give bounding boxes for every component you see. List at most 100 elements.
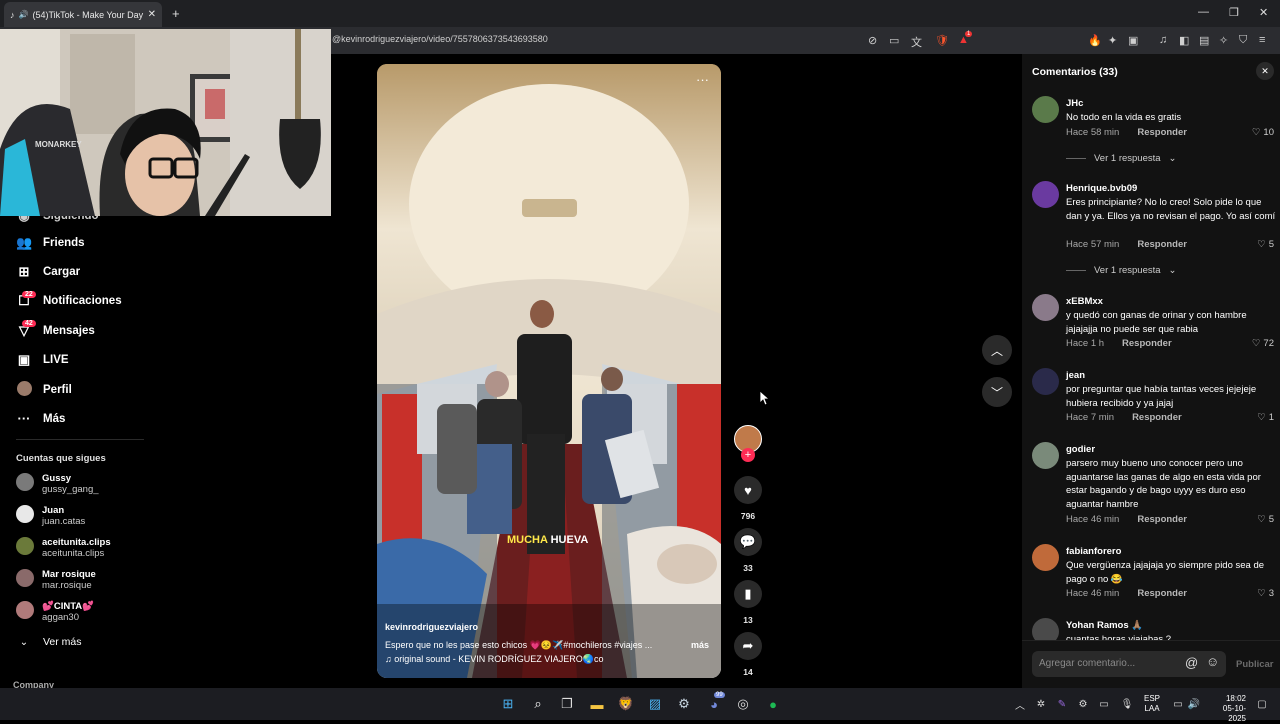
comment-username[interactable]: jean [1066,370,1085,381]
comment-like[interactable]: ♡ 1 [1257,412,1274,423]
reply-button[interactable]: Responder [1137,588,1187,599]
cast-icon[interactable]: ▭ [889,34,899,47]
tray-app-icon[interactable]: ✲ [1031,694,1051,714]
task-view-icon[interactable]: ❐ [557,694,577,714]
video-sound[interactable]: ♫ original sound - KEVIN RODRÍGUEZ VIAJE… [385,654,604,665]
chevron-down-icon: ⌄ [19,636,29,648]
no-translate-icon[interactable]: ⊘ [868,34,877,47]
follow-plus-button[interactable]: + [741,448,755,462]
sidebar-item-live[interactable]: ▣ LIVE [16,352,69,368]
comment-username[interactable]: godier [1066,444,1095,455]
caption-more-link[interactable]: más [691,640,709,650]
avatar[interactable] [1032,96,1059,123]
sidebar-item-friends[interactable]: 👥 Friends [16,235,85,251]
tray-pen-icon[interactable]: ✎ [1052,694,1072,714]
comment-like[interactable]: ♡ 3 [1257,588,1274,599]
extension-box-icon[interactable]: ▣ [1128,34,1138,47]
sidebar-item-label: Cargar [43,266,81,278]
media-icon[interactable]: ♫ [1159,34,1167,46]
comment-like[interactable]: ♡ 5 [1257,239,1274,250]
following-account[interactable]: Mar rosique mar.rosique [16,569,96,591]
comment-input[interactable]: Agregar comentario... @ ☺ [1032,651,1226,677]
comment-username[interactable]: JHc [1066,98,1083,109]
video-menu-dots[interactable]: ··· [696,72,709,87]
minimize-button[interactable]: — [1198,6,1209,18]
wallet-icon[interactable]: ▤ [1199,34,1209,47]
volume-icon[interactable]: 🔊 [1184,694,1204,714]
comment-username[interactable]: Yohan Ramos 🙏🏽 [1066,620,1143,631]
tray-steam-icon[interactable]: ⚙ [1073,694,1093,714]
following-account[interactable]: 💕CINTA💕 aggan30 [16,601,94,623]
windows-start-icon[interactable]: ⊞ [498,694,518,714]
search-icon[interactable]: ⌕ [528,694,548,714]
tray-overflow-icon[interactable]: ︿ [1010,694,1030,714]
sidebar-item-perfil[interactable]: Perfil [16,381,72,399]
extension-puzzle-icon[interactable]: ✦ [1108,34,1117,47]
see-more-button[interactable]: ⌄ Ver más [16,636,82,648]
obs-icon[interactable]: ◎ [733,694,753,714]
avatar[interactable] [1032,442,1059,469]
video-frame [377,64,721,678]
notification-center-icon[interactable]: ▢ [1252,694,1272,714]
language-indicator[interactable]: ESP LAA [1144,694,1160,714]
emoji-icon[interactable]: ☺ [1206,654,1219,669]
avatar[interactable] [1032,181,1059,208]
share-button[interactable]: ➦ [734,632,762,660]
leo-ai-icon[interactable]: ✧ [1219,34,1228,47]
window-close-button[interactable]: ✕ [1259,6,1268,19]
sidebar-toggle-icon[interactable]: ◧ [1179,34,1189,47]
avatar[interactable] [1032,544,1059,571]
more-icon: ··· [17,411,31,426]
tab-close-icon[interactable]: ✕ [148,9,156,20]
reply-button[interactable]: Responder [1137,514,1187,525]
comment-username[interactable]: fabianforero [1066,546,1121,557]
photos-icon[interactable]: ▨ [645,694,665,714]
spotify-icon[interactable]: ● [763,694,783,714]
avatar[interactable] [1032,294,1059,321]
reply-button[interactable]: Responder [1137,239,1187,250]
translate-icon[interactable]: 文 [911,34,922,50]
maximize-button[interactable]: ❐ [1229,6,1239,19]
steam-icon[interactable]: ⚙ [674,694,694,714]
sidebar-item-mas[interactable]: ··· Más [16,411,66,426]
avatar[interactable] [1032,368,1059,395]
comment-like[interactable]: ♡ 72 [1252,338,1274,349]
following-account[interactable]: aceitunita.clips aceitunita.clips [16,537,111,559]
extension-fire-icon[interactable]: 🔥 [1088,34,1102,47]
microphone-icon[interactable]: 🎙 [1117,694,1137,714]
comment-like[interactable]: ♡ 5 [1257,514,1274,525]
view-replies-button[interactable]: Ver 1 respuesta ⌄ [1066,265,1177,276]
heart-outline-icon: ♡ [1257,239,1266,250]
reply-button[interactable]: Responder [1137,127,1187,138]
next-video-button[interactable]: ﹀ [982,377,1012,407]
comment-username[interactable]: Henrique.bvb09 [1066,183,1137,194]
mention-icon[interactable]: @ [1185,655,1198,670]
reply-button[interactable]: Responder [1132,412,1182,423]
comment-button[interactable]: 💬 [734,528,762,556]
view-replies-button[interactable]: Ver 1 respuesta ⌄ [1066,153,1177,164]
reply-button[interactable]: Responder [1122,338,1172,349]
previous-video-button[interactable]: ︿ [982,335,1012,365]
following-account[interactable]: Juan juan.catas [16,505,85,527]
new-tab-button[interactable]: + [172,6,180,21]
menu-icon[interactable]: ≡ [1259,34,1265,46]
save-button[interactable]: ▮ [734,580,762,608]
vpn-icon[interactable]: ⛉ [1239,34,1247,47]
browser-tab[interactable]: ♪ 🔊 (54)TikTok - Make Your Day ✕ [4,2,162,27]
file-explorer-icon[interactable]: ▬ [587,694,607,714]
brave-shield-icon[interactable]: 🛡 [935,34,949,47]
video-username[interactable]: kevinrodriguezviajero [385,622,478,632]
close-comments-button[interactable]: ✕ [1256,62,1274,80]
heart-outline-icon: ♡ [1251,338,1261,349]
comment-like[interactable]: ♡ 10 [1252,127,1274,138]
video-player[interactable]: ··· MUCHA HUEVA kevinrodriguezviajero Es… [377,64,721,678]
tray-display-icon[interactable]: ▭ [1094,694,1114,714]
url-text[interactable]: @kevinrodriguezviajero/video/75578063735… [332,34,548,44]
following-account[interactable]: Gussy gussy_gang_ [16,473,99,495]
sidebar-item-cargar[interactable]: ⊞ Cargar [16,264,81,280]
comment-username[interactable]: xEBMxx [1066,296,1103,307]
notifications-badge: 22 [22,291,36,298]
like-button[interactable]: ♥ [734,476,762,504]
publish-button[interactable]: Publicar [1236,659,1274,670]
brave-browser-icon[interactable]: 🦁 [616,694,636,714]
